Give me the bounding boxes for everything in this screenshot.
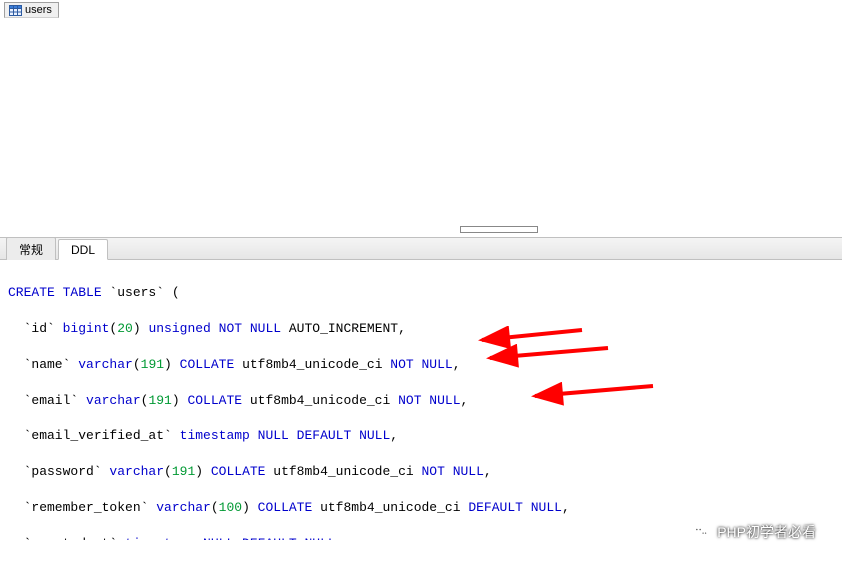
splitter-handle[interactable]: [460, 226, 538, 233]
ddl-line: CREATE TABLE `users` (: [8, 284, 834, 302]
ddl-line: `remember_token` varchar(100) COLLATE ut…: [8, 499, 834, 517]
ddl-editor[interactable]: CREATE TABLE `users` ( `id` bigint(20) u…: [0, 260, 842, 540]
object-tab-users[interactable]: users: [4, 2, 59, 18]
ddl-line: `email_verified_at` timestamp NULL DEFAU…: [8, 427, 834, 445]
ddl-line: `email` varchar(191) COLLATE utf8mb4_uni…: [8, 392, 834, 410]
ddl-line: `id` bigint(20) unsigned NOT NULL AUTO_I…: [8, 320, 834, 338]
tab-ddl[interactable]: DDL: [58, 239, 108, 260]
table-icon: [8, 4, 22, 16]
detail-tabs: 常规 DDL: [0, 238, 842, 260]
ddl-line: `created_at` timestamp NULL DEFAULT NULL…: [8, 535, 834, 540]
object-tab-label: users: [25, 4, 52, 16]
ddl-line: `password` varchar(191) COLLATE utf8mb4_…: [8, 463, 834, 481]
object-browser-pane: users: [0, 0, 842, 238]
ddl-line: `name` varchar(191) COLLATE utf8mb4_unic…: [8, 356, 834, 374]
tab-general[interactable]: 常规: [6, 237, 56, 260]
